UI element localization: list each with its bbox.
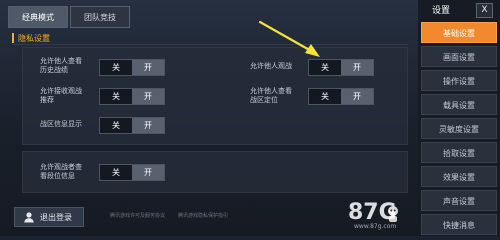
sidebar-item-graphics[interactable]: 画面设置 — [421, 46, 497, 67]
logout-button[interactable]: 退出登录 — [14, 207, 84, 227]
toggle-on-button[interactable]: 开 — [132, 118, 164, 133]
option-label-line: 允许他人观战 — [250, 62, 292, 70]
sidebar-item-controls[interactable]: 操作设置 — [421, 70, 497, 91]
toggle-zone-location: 关 开 — [308, 88, 374, 105]
option-label-line: 允许接收观战 — [40, 87, 82, 95]
option-label-rank-info: 允许观战者查 看段位信息 — [40, 163, 82, 181]
toggle-allow-spectate: 关 开 — [308, 59, 374, 76]
option-label-line: 历史战绩 — [40, 66, 68, 74]
option-label-line: 推荐 — [40, 96, 54, 104]
sidebar-item-vehicle[interactable]: 载具设置 — [421, 94, 497, 115]
mode-tabs: 经典模式 团队竞技 — [8, 6, 130, 28]
option-label-zone-info: 战区信息显示 — [40, 120, 82, 129]
toggle-off-button[interactable]: 关 — [100, 118, 132, 133]
tab-team-deathmatch[interactable]: 团队竞技 — [70, 6, 130, 28]
sidebar-item-effects[interactable]: 效果设置 — [421, 166, 497, 187]
option-label-spectate-recommend: 允许接收观战 推荐 — [40, 87, 82, 105]
toggle-spectate-recommend: 关 开 — [99, 88, 165, 105]
section-accent-bar — [12, 33, 14, 43]
toggle-off-button[interactable]: 关 — [309, 60, 341, 75]
logout-label: 退出登录 — [40, 212, 72, 222]
footer-link-service-agreement[interactable]: 腾讯游戏许可及服务协议 — [110, 212, 165, 219]
section-title: 隐私设置 — [18, 33, 50, 43]
sidebar-item-basic[interactable]: 基础设置 — [421, 22, 497, 43]
section-header: 隐私设置 — [12, 32, 50, 44]
option-label-line: 允许观战者查 — [40, 163, 82, 171]
toggle-on-button[interactable]: 开 — [132, 165, 164, 180]
watermark-mascot-icon — [388, 206, 398, 222]
toggle-rank-info: 关 开 — [99, 164, 165, 181]
toggle-view-history: 关 开 — [99, 59, 165, 76]
option-label-line: 允许他人查看 — [250, 87, 292, 95]
option-label-line: 战区信息显示 — [40, 120, 82, 128]
toggle-off-button[interactable]: 关 — [100, 60, 132, 75]
toggle-on-button[interactable]: 开 — [132, 60, 164, 75]
tab-classic-mode[interactable]: 经典模式 — [8, 6, 68, 28]
sidebar-item-pickup[interactable]: 拾取设置 — [421, 142, 497, 163]
option-label-line: 允许他人查看 — [40, 57, 82, 65]
footer-link-privacy-guide[interactable]: 腾讯游戏隐私保护指引 — [178, 212, 228, 219]
toggle-on-button[interactable]: 开 — [132, 89, 164, 104]
toggle-off-button[interactable]: 关 — [100, 165, 132, 180]
option-label-view-history: 允许他人查看 历史战绩 — [40, 57, 82, 75]
toggle-off-button[interactable]: 关 — [100, 89, 132, 104]
toggle-on-button[interactable]: 开 — [341, 60, 373, 75]
person-icon — [24, 212, 34, 223]
close-button[interactable]: X — [476, 3, 493, 18]
option-label-line: 看段位信息 — [40, 172, 75, 180]
sidebar-item-quick-messages[interactable]: 快捷消息 — [421, 214, 497, 235]
option-label-allow-spectate: 允许他人观战 — [250, 62, 292, 71]
divider — [12, 44, 408, 45]
sidebar-item-sensitivity[interactable]: 灵敏度设置 — [421, 118, 497, 139]
toggle-on-button[interactable]: 开 — [341, 89, 373, 104]
option-label-line: 战区定位 — [250, 96, 278, 104]
sidebar-title: 设置 — [432, 6, 451, 16]
option-label-zone-location: 允许他人查看 战区定位 — [250, 87, 292, 105]
toggle-zone-info: 关 开 — [99, 117, 165, 134]
toggle-off-button[interactable]: 关 — [309, 89, 341, 104]
sidebar-item-sound[interactable]: 声音设置 — [421, 190, 497, 211]
watermark-site: www.87g.com — [354, 223, 397, 230]
